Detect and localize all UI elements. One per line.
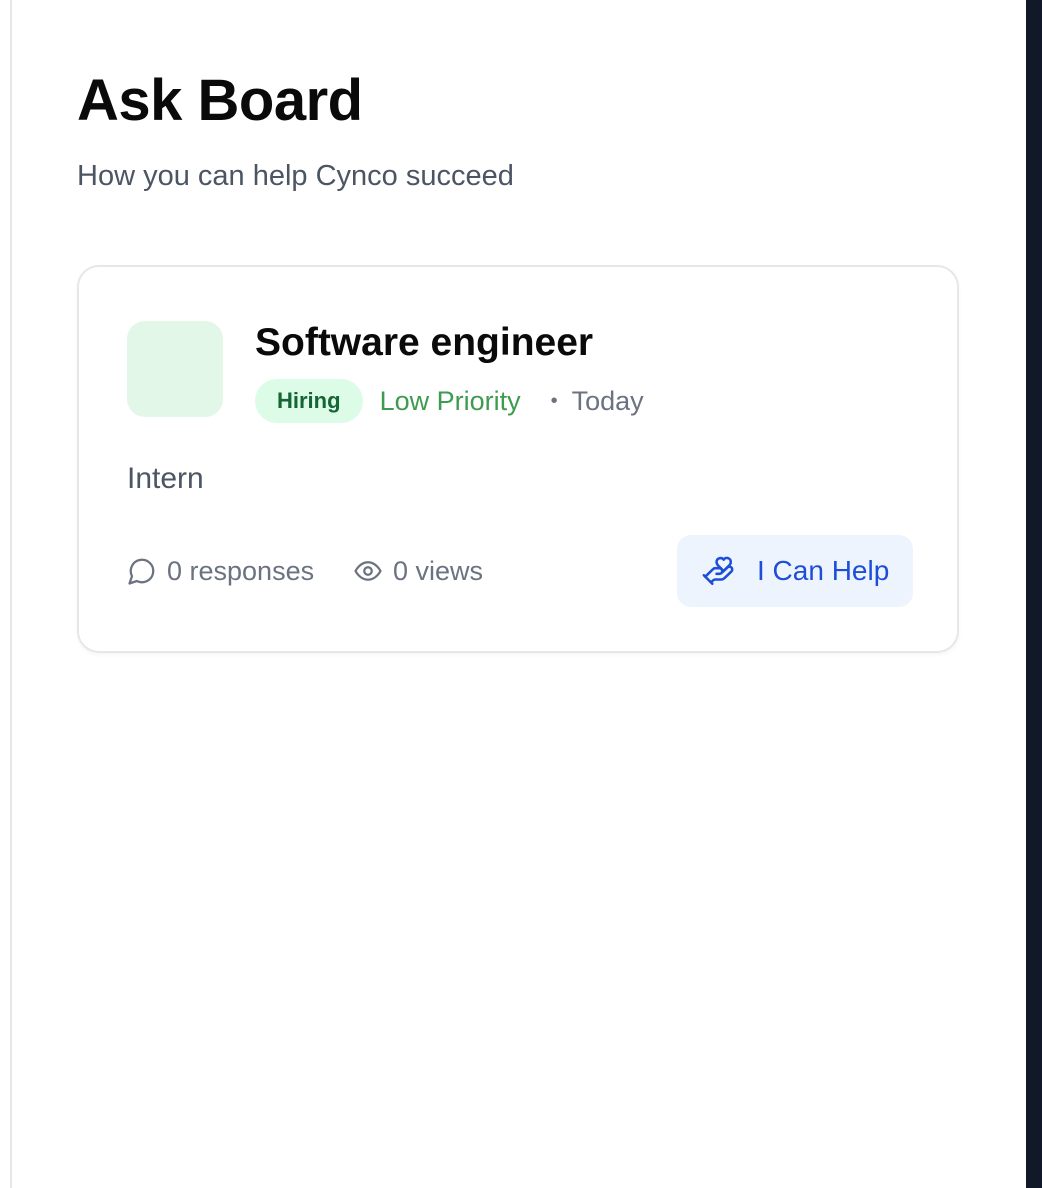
i-can-help-label: I Can Help [757, 555, 890, 586]
priority-label: Low Priority [379, 385, 521, 416]
right-edge-panel [1026, 0, 1042, 1188]
responses-label: 0 responses [167, 555, 315, 586]
page-subtitle: How you can help Cynco succeed [77, 160, 514, 192]
category-badge: Hiring [255, 379, 363, 423]
ask-avatar [127, 321, 223, 417]
ask-meta: Hiring Low Priority • Today [255, 379, 644, 423]
i-can-help-button[interactable]: I Can Help [677, 535, 913, 607]
posted-date: Today [571, 385, 644, 416]
responses-count[interactable]: 0 responses [127, 553, 314, 589]
message-circle-icon [127, 556, 157, 586]
ask-card[interactable]: Software engineer Hiring Low Priority • … [77, 265, 959, 653]
ask-title[interactable]: Software engineer [255, 319, 593, 367]
hand-heart-icon [701, 554, 735, 588]
views-count: 0 views [353, 553, 483, 589]
eye-icon [353, 556, 383, 586]
views-label: 0 views [393, 555, 484, 586]
ask-description: Intern [127, 462, 204, 495]
page-title: Ask Board [77, 68, 363, 133]
meta-separator: • [550, 389, 558, 412]
sidebar-border [10, 0, 12, 1188]
